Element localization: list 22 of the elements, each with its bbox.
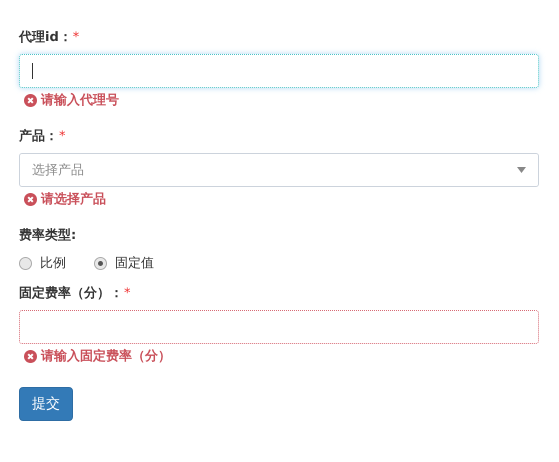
radio-option[interactable]: 固定值 bbox=[94, 254, 154, 272]
error-icon bbox=[24, 350, 37, 362]
submit-button[interactable]: 提交 bbox=[19, 387, 73, 421]
product-dropdown[interactable]: 选择产品 bbox=[19, 153, 539, 187]
input-field[interactable] bbox=[19, 54, 539, 88]
error-message: 请输入代理号 bbox=[41, 92, 119, 109]
field-label: 产品： bbox=[19, 128, 58, 145]
dropdown-arrow-icon bbox=[517, 167, 526, 173]
error-icon bbox=[24, 192, 37, 206]
required-mark: * bbox=[59, 129, 66, 144]
radio-option[interactable]: 比例 bbox=[19, 254, 66, 272]
field-label: 代理id： bbox=[19, 29, 72, 46]
error-message: 请选择产品 bbox=[41, 190, 106, 208]
required-mark: * bbox=[124, 286, 130, 301]
error-icon bbox=[24, 94, 37, 106]
required-mark: * bbox=[72, 30, 80, 45]
field-label: 固定费率（分）： bbox=[19, 284, 123, 302]
error-message: 请输入固定费率（分） bbox=[41, 348, 171, 365]
radio-button[interactable] bbox=[19, 256, 32, 270]
input-field[interactable] bbox=[19, 310, 539, 344]
field-label: 费率类型: bbox=[19, 226, 76, 244]
radio-button[interactable] bbox=[94, 256, 107, 270]
